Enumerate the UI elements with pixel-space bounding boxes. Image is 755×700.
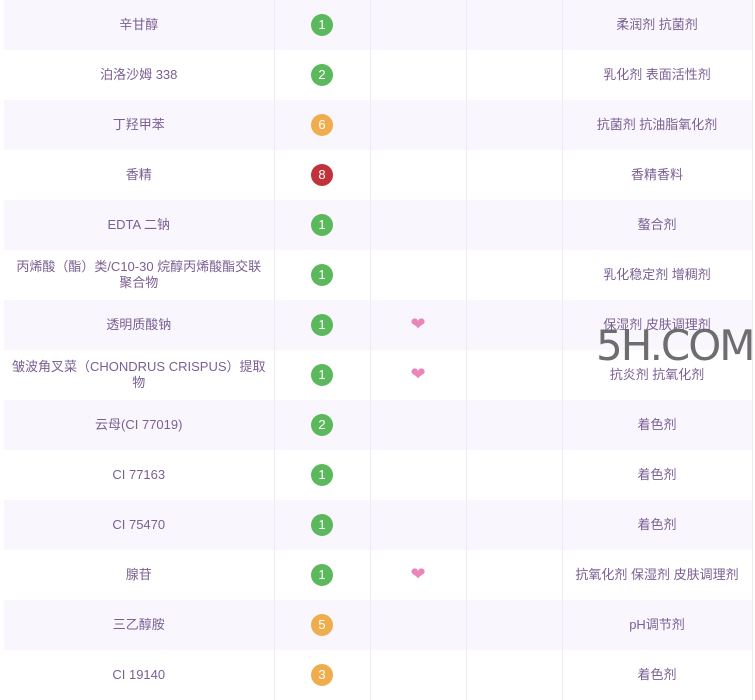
heart-icon: ❤ [410, 564, 426, 584]
safety-score-badge: 1 [311, 214, 333, 236]
safety-score-badge: 2 [311, 414, 333, 436]
table-row: 透明质酸钠 1 ❤ 保湿剂 皮肤调理剂 [4, 300, 753, 350]
safety-score-badge: 1 [311, 14, 333, 36]
heart-icon: ❤ [410, 364, 426, 384]
ingredient-name: 云母(CI 77019) [4, 400, 275, 450]
ingredient-use: 着色剂 [562, 450, 753, 500]
table-row: EDTA 二钠 1 螯合剂 [4, 200, 753, 250]
ingredient-name: 丁羟甲苯 [4, 100, 275, 150]
table-row: 辛甘醇 1 柔润剂 抗菌剂 [4, 0, 753, 50]
ingredient-name: CI 19140 [4, 650, 275, 700]
table-row: 丁羟甲苯 6 抗菌剂 抗油脂氧化剂 [4, 100, 753, 150]
table-row: 腺苷 1 ❤ 抗氧化剂 保湿剂 皮肤调理剂 [4, 550, 753, 600]
ingredient-name: EDTA 二钠 [4, 200, 275, 250]
safety-score-badge: 1 [311, 564, 333, 586]
safety-score-badge: 1 [311, 264, 333, 286]
ingredient-use: 抗炎剂 抗氧化剂 [562, 350, 753, 400]
ingredient-use: 乳化剂 表面活性剂 [562, 50, 753, 100]
ingredient-use: 螯合剂 [562, 200, 753, 250]
table-row: 香精 8 香精香料 [4, 150, 753, 200]
table-row: 皱波角叉菜（CHONDRUS CRISPUS）提取物 1 ❤ 抗炎剂 抗氧化剂 [4, 350, 753, 400]
safety-score-badge: 5 [311, 614, 333, 636]
safety-score-badge: 3 [311, 664, 333, 686]
ingredient-use: 抗菌剂 抗油脂氧化剂 [562, 100, 753, 150]
ingredient-use: 香精香料 [562, 150, 753, 200]
ingredient-use: pH调节剂 [562, 600, 753, 650]
table-row: 泊洛沙姆 338 2 乳化剂 表面活性剂 [4, 50, 753, 100]
safety-score-badge: 1 [311, 314, 333, 336]
ingredient-name: 香精 [4, 150, 275, 200]
safety-score-badge: 8 [311, 164, 333, 186]
safety-score-badge: 2 [311, 64, 333, 86]
ingredient-name: 丙烯酸（酯）类/C10-30 烷醇丙烯酸酯交联聚合物 [4, 250, 275, 300]
ingredient-name: CI 75470 [4, 500, 275, 550]
safety-score-badge: 1 [311, 464, 333, 486]
ingredient-name: CI 77163 [4, 450, 275, 500]
ingredient-use: 着色剂 [562, 500, 753, 550]
ingredient-use: 保湿剂 皮肤调理剂 [562, 300, 753, 350]
ingredient-use: 着色剂 [562, 400, 753, 450]
ingredient-use: 着色剂 [562, 650, 753, 700]
table-row: CI 19140 3 着色剂 [4, 650, 753, 700]
table-row: CI 77163 1 着色剂 [4, 450, 753, 500]
safety-score-badge: 1 [311, 364, 333, 386]
table-row: CI 75470 1 着色剂 [4, 500, 753, 550]
table-row: 丙烯酸（酯）类/C10-30 烷醇丙烯酸酯交联聚合物 1 乳化稳定剂 增稠剂 [4, 250, 753, 300]
ingredient-table: 辛甘醇 1 柔润剂 抗菌剂 泊洛沙姆 338 2 乳化剂 表面活性剂 丁羟甲苯 6 … [4, 0, 753, 700]
ingredient-use: 乳化稳定剂 增稠剂 [562, 250, 753, 300]
ingredient-use: 抗氧化剂 保湿剂 皮肤调理剂 [562, 550, 753, 600]
safety-score-badge: 1 [311, 514, 333, 536]
ingredient-use: 柔润剂 抗菌剂 [562, 0, 753, 50]
heart-icon: ❤ [410, 314, 426, 334]
ingredient-name: 腺苷 [4, 550, 275, 600]
ingredient-name: 皱波角叉菜（CHONDRUS CRISPUS）提取物 [4, 350, 275, 400]
safety-score-badge: 6 [311, 114, 333, 136]
ingredient-name: 辛甘醇 [4, 0, 275, 50]
table-row: 云母(CI 77019) 2 着色剂 [4, 400, 753, 450]
table-row: 三乙醇胺 5 pH调节剂 [4, 600, 753, 650]
ingredient-name: 透明质酸钠 [4, 300, 275, 350]
ingredient-name: 三乙醇胺 [4, 600, 275, 650]
ingredient-name: 泊洛沙姆 338 [4, 50, 275, 100]
